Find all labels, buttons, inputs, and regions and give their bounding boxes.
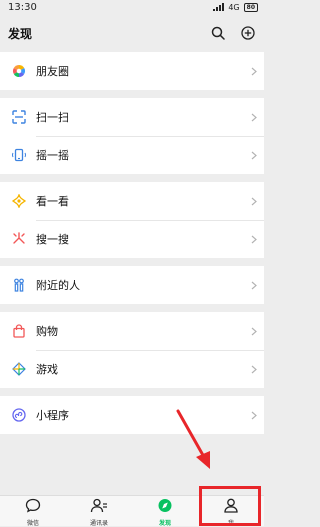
discover-icon (157, 498, 173, 517)
chevron-right-icon (250, 327, 258, 335)
chevron-right-icon (250, 113, 258, 121)
menu-item-mini-programs[interactable]: 小程序 (0, 396, 264, 434)
menu-group-nearby: 附近的人 (0, 266, 264, 304)
page-title: 发现 (8, 26, 33, 41)
menu-item-people-nearby[interactable]: 附近的人 (0, 266, 264, 304)
menu-item-shake[interactable]: 摇一摇 (0, 136, 264, 174)
me-icon (223, 498, 239, 517)
chevron-right-icon (250, 197, 258, 205)
mini-programs-icon (10, 406, 28, 424)
menu-item-label: 扫一扫 (36, 111, 69, 124)
top-stories-icon (10, 192, 28, 210)
chevron-right-icon (250, 67, 258, 75)
chevron-right-icon (250, 365, 258, 373)
menu-item-label: 附近的人 (36, 279, 80, 292)
chat-icon (25, 498, 41, 517)
menu-item-search[interactable]: 搜一搜 (0, 220, 264, 258)
menu-item-label: 搜一搜 (36, 233, 69, 246)
menu-item-games[interactable]: 游戏 (0, 350, 264, 388)
header-actions (210, 25, 256, 41)
status-bar: 13:30 4G 80 (0, 0, 264, 14)
tab-contacts[interactable]: 通讯录 (66, 496, 132, 527)
signal-icon (213, 3, 225, 11)
menu-group-scan: 扫一扫 摇一摇 (0, 98, 264, 174)
contacts-icon (90, 498, 108, 517)
shake-icon (10, 146, 28, 164)
tab-me[interactable]: 我 (198, 496, 264, 527)
menu-item-top-stories[interactable]: 看一看 (0, 182, 264, 220)
menu-item-label: 游戏 (36, 363, 58, 376)
tab-discover[interactable]: 发现 (132, 496, 198, 527)
menu-item-scan[interactable]: 扫一扫 (0, 98, 264, 136)
menu-group-moments: 朋友圈 (0, 52, 264, 90)
menu-group-stories: 看一看 搜一搜 (0, 182, 264, 258)
chevron-right-icon (250, 411, 258, 419)
menu-item-label: 摇一摇 (36, 149, 69, 162)
menu-item-shopping[interactable]: 购物 (0, 312, 264, 350)
header: 发现 (0, 14, 264, 52)
people-nearby-icon (10, 276, 28, 294)
menu-item-label: 看一看 (36, 195, 69, 208)
scan-icon (10, 108, 28, 126)
menu-item-label: 朋友圈 (36, 65, 69, 78)
chevron-right-icon (250, 235, 258, 243)
chevron-right-icon (250, 281, 258, 289)
shopping-bag-icon (10, 322, 28, 340)
network-type: 4G (228, 2, 240, 12)
tab-chats[interactable]: 微信 (0, 496, 66, 527)
menu-item-moments[interactable]: 朋友圈 (0, 52, 264, 90)
bottom-tab-bar: 微信 通讯录 发现 我 (0, 495, 264, 527)
search-icon[interactable] (210, 25, 226, 41)
status-indicators: 4G 80 (213, 2, 258, 12)
plus-circle-icon[interactable] (240, 25, 256, 41)
search-feature-icon (10, 230, 28, 248)
menu-item-label: 小程序 (36, 409, 69, 422)
status-time: 13:30 (8, 1, 37, 13)
menu-item-label: 购物 (36, 325, 58, 338)
battery-icon: 80 (243, 2, 258, 12)
games-icon (10, 360, 28, 378)
moments-icon (10, 62, 28, 80)
menu-group-shop-games: 购物 游戏 (0, 312, 264, 388)
chevron-right-icon (250, 151, 258, 159)
menu-group-mini-programs: 小程序 (0, 396, 264, 434)
